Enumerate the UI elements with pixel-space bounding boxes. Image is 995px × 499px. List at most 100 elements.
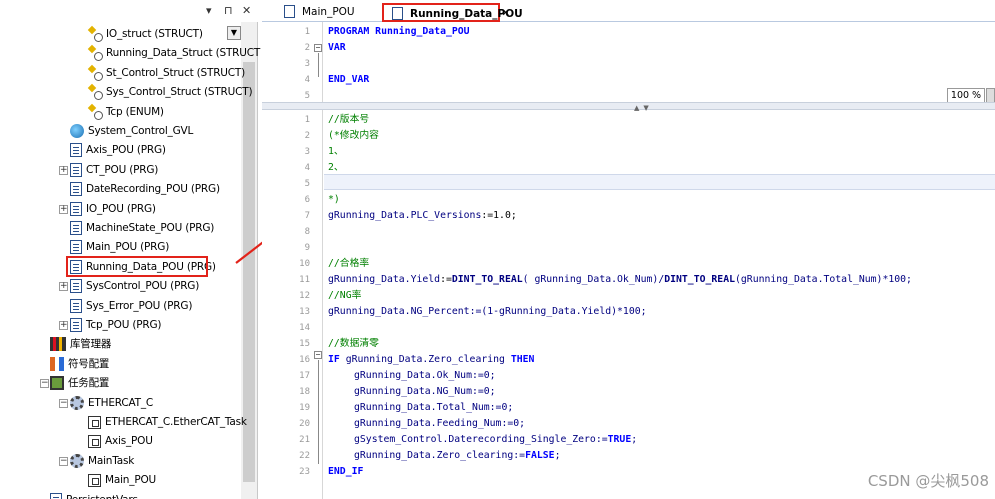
- expand-toggle-icon[interactable]: −: [59, 456, 68, 466]
- line-number: 4: [304, 75, 310, 85]
- program-call-icon: [88, 415, 101, 429]
- tree-item-label: Main_POU (PRG): [86, 241, 170, 254]
- struct-icon: [88, 85, 103, 101]
- tree-item-label: MainTask: [88, 454, 135, 467]
- close-icon[interactable]: ✕: [242, 4, 251, 17]
- zoom-dropdown-button[interactable]: [986, 88, 995, 103]
- line-number: 22: [299, 451, 310, 461]
- tree-item[interactable]: IO_struct (STRUCT): [88, 25, 203, 44]
- expand-toggle-icon[interactable]: +: [59, 165, 68, 175]
- expand-toggle-icon[interactable]: +: [59, 204, 68, 214]
- tree-item-label: IO_struct (STRUCT): [106, 28, 203, 40]
- pin-icon[interactable]: ⊓: [224, 4, 233, 17]
- globe-icon: [70, 124, 84, 138]
- current-line-highlight: [324, 174, 995, 190]
- tree-item[interactable]: Tcp (ENUM): [88, 103, 164, 122]
- tree-item-label: 任务配置: [68, 377, 110, 390]
- tree-item[interactable]: DateRecording_POU (PRG): [70, 180, 220, 199]
- tree-item[interactable]: Sys_Error_POU (PRG): [70, 297, 192, 316]
- tree-item[interactable]: Sys_Control_Struct (STRUCT): [88, 83, 253, 102]
- tree-item[interactable]: MachineState_POU (PRG): [70, 219, 214, 238]
- dropdown-arrow-icon[interactable]: ▾: [206, 4, 212, 17]
- code-comment: *): [328, 194, 340, 205]
- expand-toggle-icon[interactable]: −: [40, 379, 49, 389]
- tab-label: Main_POU: [302, 6, 355, 18]
- code-identifier: gRunning_Data.Zero_clearing:=: [354, 450, 526, 461]
- fold-toggle-icon[interactable]: −: [314, 44, 322, 52]
- line-number: 9: [304, 243, 310, 253]
- line-number: 5: [304, 179, 310, 189]
- line-number: 21: [299, 435, 310, 445]
- tree-item-label: 库管理器: [70, 338, 112, 351]
- line-number: 1: [304, 115, 310, 125]
- code-line: gRunning_Data.Yield:=DINT_TO_REAL( gRunn…: [328, 272, 912, 288]
- tree-item[interactable]: PersistentVars: [50, 491, 138, 499]
- tree-item[interactable]: System_Control_GVL: [70, 122, 193, 141]
- panel-header: ▾ ⊓ ✕: [0, 0, 258, 22]
- code-keyword: FALSE: [525, 450, 555, 461]
- tab-close-icon[interactable]: ✕: [502, 5, 510, 23]
- tree-item[interactable]: ETHERCAT_C: [70, 394, 153, 413]
- code-comment: //NG率: [328, 290, 362, 301]
- tree-item[interactable]: ETHERCAT_C.EtherCAT_Task: [88, 413, 247, 432]
- code-keyword: IF: [328, 354, 340, 365]
- tree-item[interactable]: IO_POU (PRG): [70, 200, 156, 219]
- expand-toggle-icon[interactable]: +: [59, 321, 68, 330]
- tree-dropdown-button[interactable]: ▼: [227, 26, 241, 40]
- tree-item[interactable]: Main_POU: [88, 471, 156, 490]
- document-icon: [50, 492, 62, 499]
- declaration-pane[interactable]: 1 2 3 4 5 − PROGRAM Running_Data_POU VAR…: [262, 22, 995, 102]
- tree-item-label: PersistentVars: [66, 494, 138, 499]
- implementation-pane[interactable]: 1 2 3 4 5 6 7 8 9 10 11 12 13 14 15 16 17 18 19 20 21 22 23 − …: [262, 110, 995, 499]
- line-number: 2: [304, 131, 310, 141]
- tree-item[interactable]: Tcp_POU (PRG): [70, 316, 161, 335]
- tree-item[interactable]: 符号配置: [50, 355, 109, 374]
- code-comment: (*修改内容: [328, 130, 379, 141]
- code-identifier: gRunning_Data.NG_Percent: [328, 306, 470, 317]
- tree-item[interactable]: Axis_POU: [88, 432, 153, 451]
- zoom-level[interactable]: 100 %: [947, 88, 985, 103]
- gear-icon: [70, 395, 84, 410]
- code-keyword: END_IF: [328, 466, 364, 477]
- tab-running-data-pou[interactable]: Running_Data_POU ✕: [382, 3, 523, 22]
- tree-item-label: Axis_POU: [105, 435, 153, 448]
- tree-item[interactable]: CT_POU (PRG): [70, 161, 158, 180]
- tree-item[interactable]: SysControl_POU (PRG): [70, 277, 199, 296]
- code-comment: 2、: [328, 162, 344, 173]
- code-line: gRunning_Data.Total_Num:=0;: [354, 402, 514, 413]
- code-line: gRunning_Data.NG_Num:=0;: [354, 386, 496, 397]
- tree-item[interactable]: 任务配置: [50, 374, 109, 393]
- line-number: 14: [299, 323, 310, 333]
- struct-icon: [88, 27, 103, 42]
- tree-item-label: Main_POU: [105, 474, 156, 487]
- code-value: :=1.0;: [481, 210, 517, 221]
- tree-item[interactable]: St_Control_Struct (STRUCT): [88, 64, 245, 83]
- code-editor: Main_POU Running_Data_POU ✕ 1 2 3 4 5 − …: [262, 0, 995, 499]
- code-line: gRunning_Data.NG_Percent:=(1-gRunning_Da…: [328, 304, 647, 320]
- tree-item[interactable]: Axis_POU (PRG): [70, 141, 166, 160]
- line-number: 1: [304, 27, 310, 37]
- program-call-icon: [88, 434, 101, 448]
- document-icon: [70, 240, 82, 255]
- code-identifier: ( gRunning_Data.Ok_Num)/: [522, 274, 665, 285]
- expand-toggle-icon[interactable]: −: [59, 398, 68, 408]
- code-keyword: TRUE: [607, 434, 632, 445]
- fold-toggle-icon[interactable]: −: [314, 351, 322, 359]
- highlight-box: [66, 256, 208, 277]
- code-identifier: :=(1-gRunning_Data.Yield)*100;: [469, 306, 647, 317]
- tab-main-pou[interactable]: Main_POU: [276, 3, 376, 22]
- line-number: 10: [299, 259, 310, 269]
- expand-toggle-icon[interactable]: +: [59, 282, 68, 292]
- tree-item[interactable]: Running_Data_Struct (STRUCT: [88, 44, 260, 63]
- line-number: 3: [304, 147, 310, 157]
- code-keyword: THEN: [510, 354, 535, 365]
- code-identifier: gRunning_Data.Yield: [328, 274, 441, 285]
- tree-item[interactable]: MainTask: [70, 452, 134, 471]
- program-call-icon: [88, 473, 101, 487]
- document-icon: [70, 201, 82, 216]
- tree-item[interactable]: 库管理器: [50, 335, 111, 354]
- code-comment: //版本号: [328, 114, 370, 125]
- code-comment: //数据清零: [328, 338, 379, 349]
- pane-splitter[interactable]: ▲▼: [262, 102, 995, 112]
- tree-item[interactable]: Main_POU (PRG): [70, 238, 169, 257]
